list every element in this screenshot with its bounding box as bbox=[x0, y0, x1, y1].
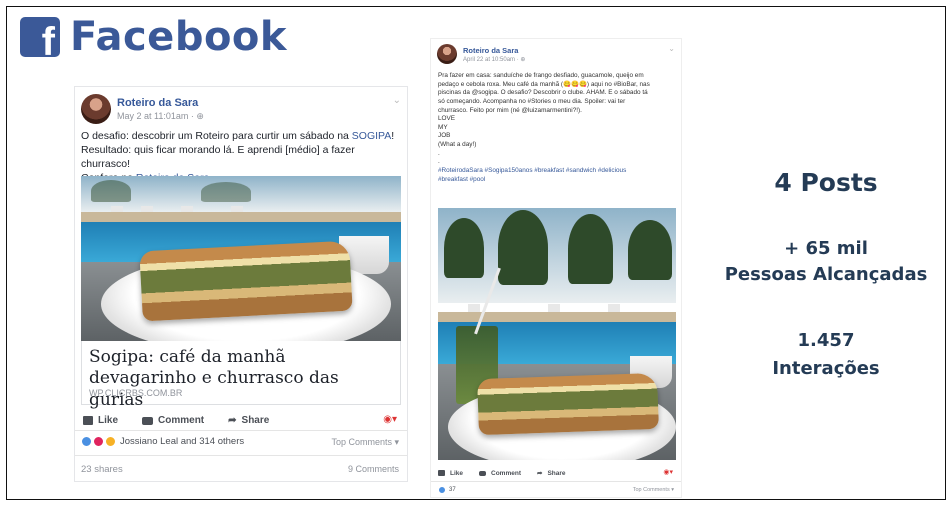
reaction-settings-icon[interactable]: ◉▾ bbox=[663, 468, 673, 476]
text-line: churrasco. Feito por mim (né @luizamarme… bbox=[438, 106, 582, 114]
comment-icon bbox=[479, 470, 487, 476]
like-icon bbox=[438, 470, 445, 476]
like-reaction-icon bbox=[81, 436, 92, 447]
text-segment: ! bbox=[391, 130, 395, 142]
posts-count: 4 Posts bbox=[774, 168, 878, 197]
share-button[interactable]: ➦ Share bbox=[537, 469, 566, 478]
wow-reaction-icon bbox=[105, 436, 116, 447]
link-preview[interactable]: Sogipa: café da manhã devagarinho e chur… bbox=[81, 341, 401, 410]
top-comments-dropdown[interactable]: Top Comments ▾ bbox=[331, 437, 399, 448]
text-segment: Resultado: quis ficar morando lá. E apre… bbox=[81, 144, 355, 170]
link-source: WP.CLICRBS.COM.BR bbox=[89, 388, 183, 398]
divider bbox=[75, 430, 407, 431]
text-line: LOVE bbox=[438, 115, 456, 123]
reactions-text[interactable]: Jossiano Leal and 314 others bbox=[120, 436, 244, 447]
facebook-post-2: Roteiro da Sara April 22 at 10:50am · ⊕ … bbox=[430, 38, 682, 498]
post-timestamp[interactable]: May 2 at 11:01am · ⊕ bbox=[117, 111, 204, 122]
share-icon: ➦ bbox=[537, 470, 543, 477]
share-icon: ➦ bbox=[228, 415, 237, 426]
post-header: Roteiro da Sara April 22 at 10:50am · ⊕ bbox=[437, 44, 525, 64]
post-text: Pra fazer em casa: sanduíche de frango d… bbox=[438, 72, 678, 184]
post-photo[interactable] bbox=[438, 208, 676, 460]
like-icon bbox=[83, 416, 93, 425]
hashtags[interactable]: #breakfast #pool bbox=[438, 176, 678, 185]
reaction-settings-icon[interactable]: ◉▾ bbox=[383, 414, 397, 425]
hashtags[interactable]: #RoteirodaSara #Sogipa150anos #breakfast… bbox=[438, 167, 678, 176]
share-button[interactable]: ➦ Share bbox=[228, 415, 269, 426]
text-line: JOB bbox=[438, 132, 451, 140]
interactions-label: Interações bbox=[772, 358, 880, 379]
post-timestamp[interactable]: April 22 at 10:50am · ⊕ bbox=[463, 56, 525, 63]
comment-icon bbox=[142, 416, 154, 425]
reactions-summary[interactable]: Jossiano Leal and 314 others bbox=[81, 436, 244, 447]
text-segment: O desafio: descobrir um Roteiro para cur… bbox=[81, 130, 352, 142]
interactions-value: 1.457 bbox=[797, 330, 855, 351]
reactions-summary[interactable]: 37 bbox=[438, 486, 456, 494]
shares-count[interactable]: 23 shares bbox=[81, 464, 123, 475]
text-line: (What a day!) bbox=[438, 141, 477, 149]
top-comments-dropdown[interactable]: Top Comments ▾ bbox=[633, 487, 674, 493]
text-line: só começando. Acompanha no #Stories o me… bbox=[438, 97, 626, 105]
stats-panel: 4 Posts + 65 mil Pessoas Alcançadas 1.45… bbox=[716, 0, 936, 506]
like-button[interactable]: Like bbox=[83, 415, 118, 426]
link-preview-image[interactable] bbox=[81, 176, 401, 341]
chevron-down-icon[interactable]: ⌄ bbox=[393, 95, 401, 106]
reach-label: Pessoas Alcançadas bbox=[724, 264, 928, 285]
comment-button[interactable]: Comment bbox=[142, 415, 204, 426]
like-button[interactable]: Like bbox=[438, 470, 463, 477]
text-line: pedaço e cebola roxa. Meu café da manhã … bbox=[438, 80, 650, 88]
comment-button[interactable]: Comment bbox=[479, 470, 521, 477]
reactions-count[interactable]: 37 bbox=[449, 487, 456, 493]
divider bbox=[75, 455, 407, 456]
post-actions: Like Comment ➦ Share bbox=[438, 469, 566, 477]
text-line: . bbox=[438, 158, 440, 166]
page-name[interactable]: Roteiro da Sara bbox=[117, 97, 204, 109]
facebook-header: f Facebook bbox=[20, 14, 288, 62]
link-title[interactable]: Sogipa: café da manhã devagarinho e chur… bbox=[89, 347, 389, 411]
facebook-post-1: Roteiro da Sara May 2 at 11:01am · ⊕ ⌄ O… bbox=[74, 86, 408, 482]
chevron-down-icon[interactable]: ⌄ bbox=[668, 44, 675, 53]
text-line: Pra fazer em casa: sanduíche de frango d… bbox=[438, 72, 644, 79]
comments-count[interactable]: 9 Comments bbox=[348, 464, 399, 474]
sogipa-link[interactable]: SOGIPA bbox=[352, 130, 391, 142]
reach-value: + 65 mil bbox=[784, 238, 868, 259]
divider bbox=[431, 481, 681, 482]
avatar[interactable] bbox=[81, 94, 111, 124]
like-reaction-icon bbox=[438, 486, 446, 494]
avatar[interactable] bbox=[437, 44, 457, 64]
post-actions: Like Comment ➦ Share bbox=[83, 415, 269, 426]
text-line: MY bbox=[438, 123, 448, 131]
facebook-title: Facebook bbox=[70, 14, 288, 60]
text-line: piscinas da @sogipa. O desafio? Descobri… bbox=[438, 89, 648, 97]
text-line: . bbox=[438, 149, 440, 157]
facebook-logo-icon: f bbox=[20, 17, 60, 62]
love-reaction-icon bbox=[93, 436, 104, 447]
page-name[interactable]: Roteiro da Sara bbox=[463, 46, 525, 55]
post-header: Roteiro da Sara May 2 at 11:01am · ⊕ bbox=[81, 94, 204, 124]
